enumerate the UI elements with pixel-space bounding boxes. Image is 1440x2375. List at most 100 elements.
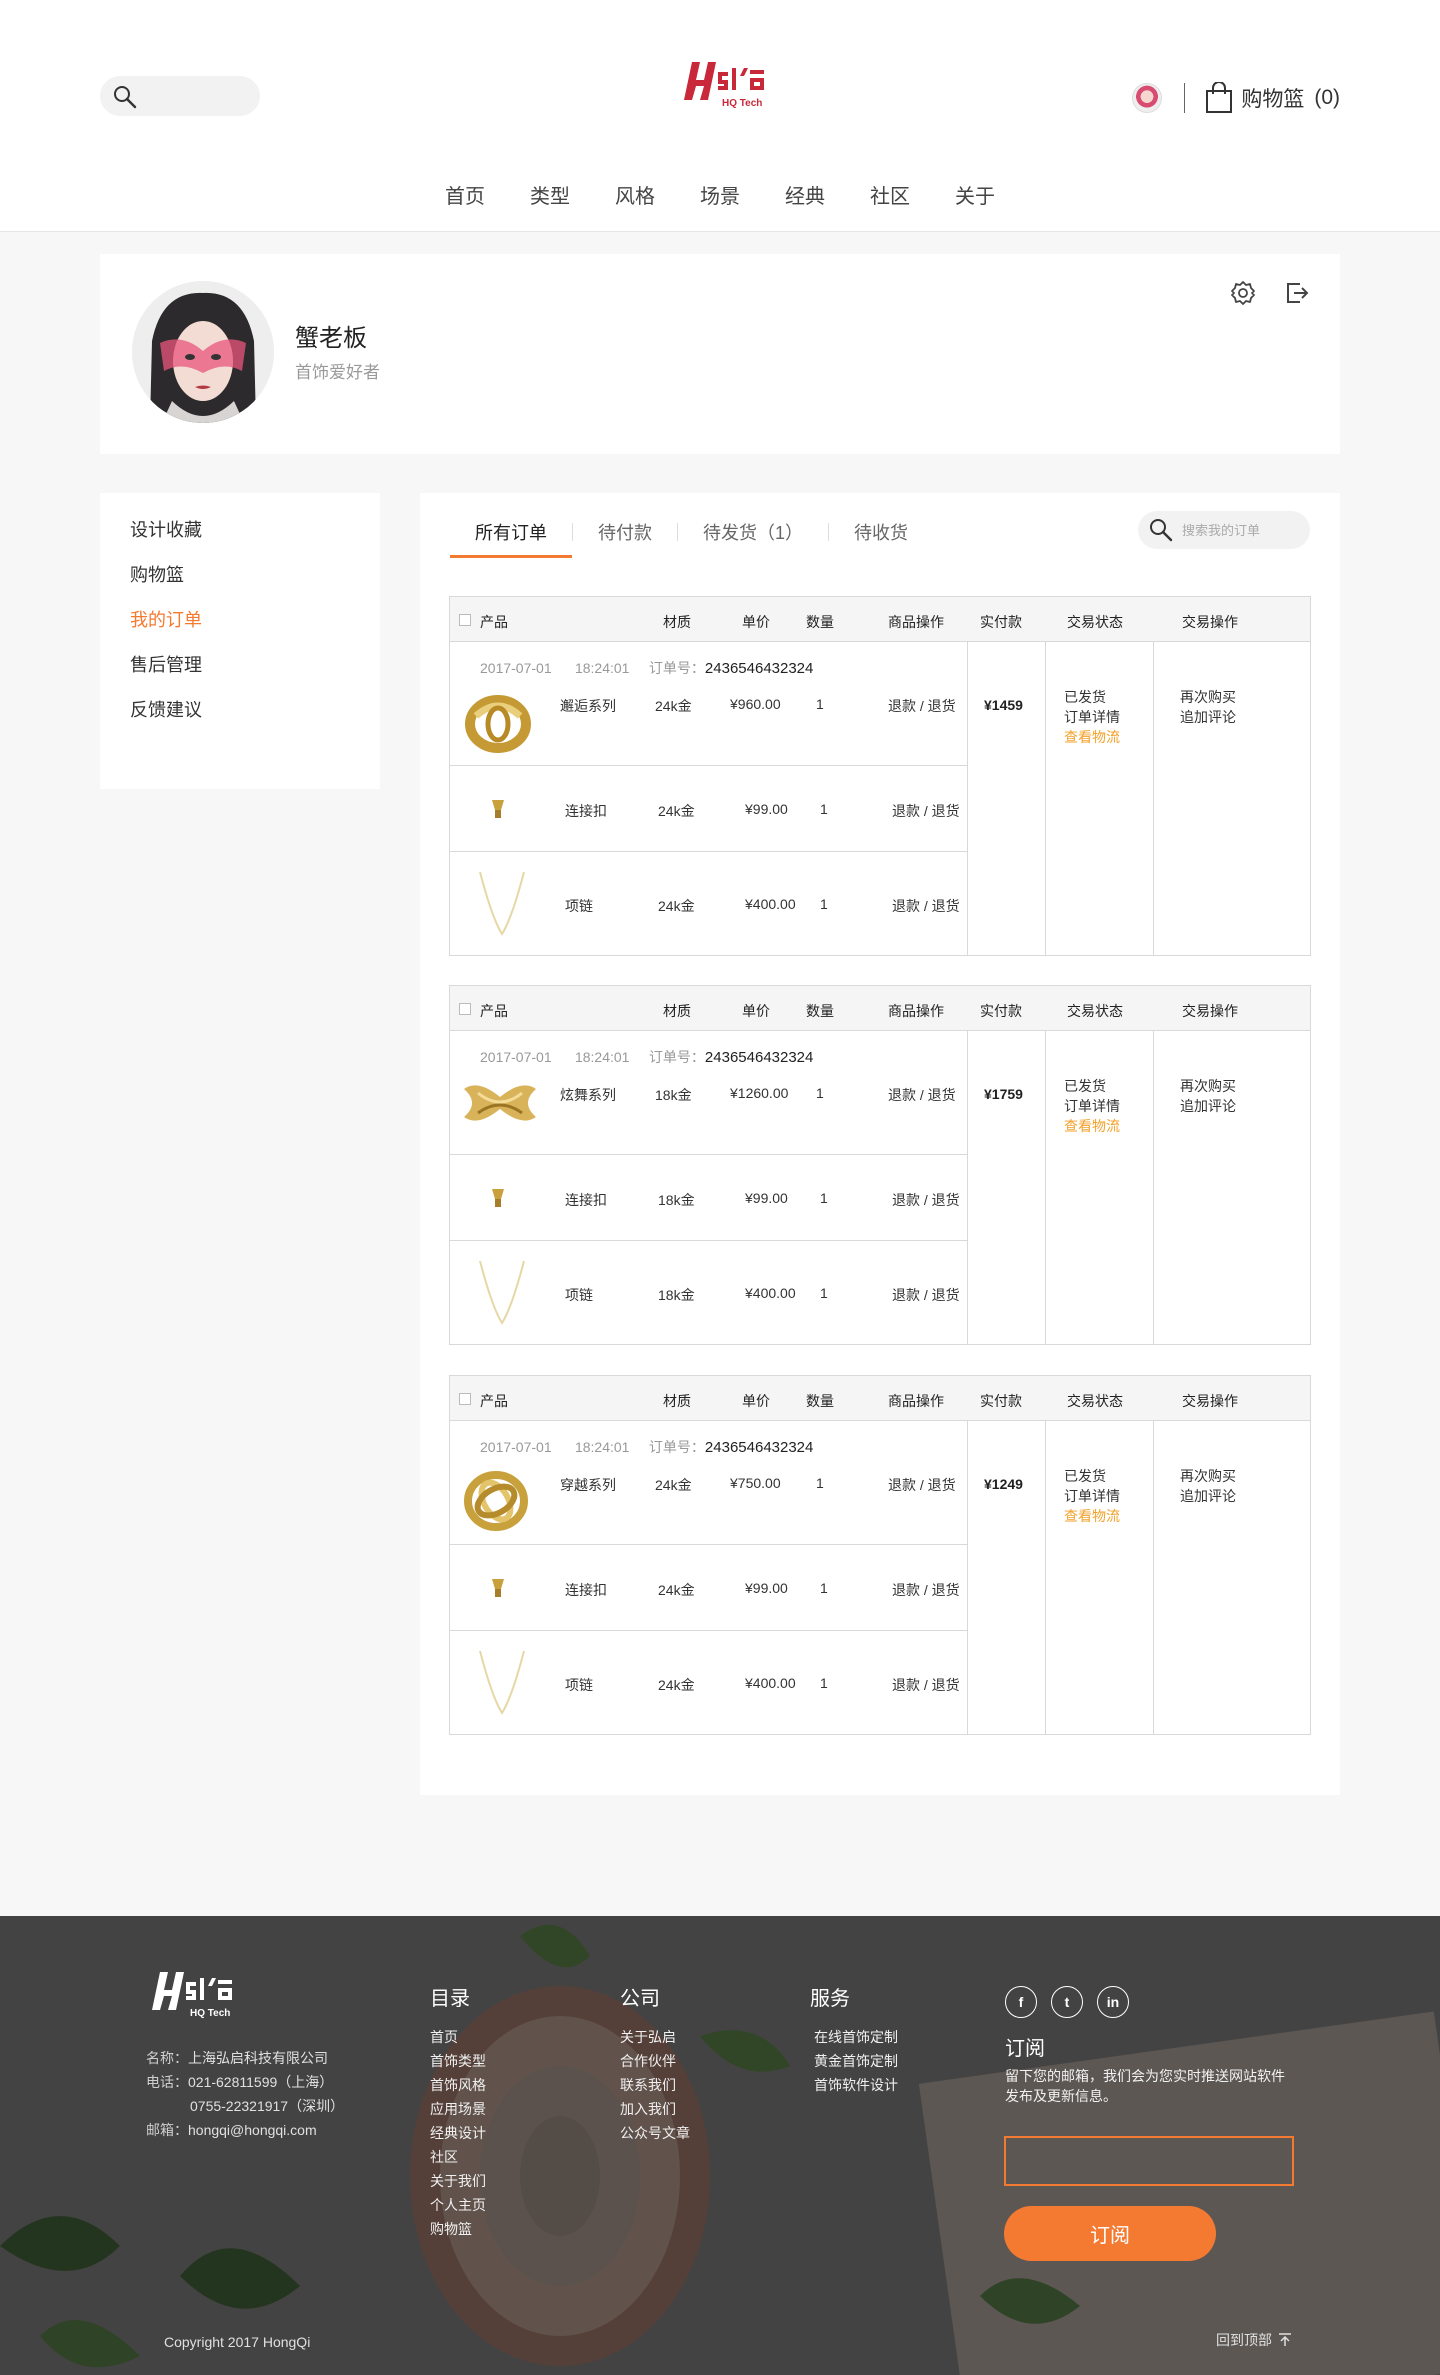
clasp-thumbnail[interactable] — [488, 1187, 508, 1212]
footer-link[interactable]: 社区 — [430, 2145, 486, 2169]
order-details-link[interactable]: 订单详情 — [1064, 1096, 1120, 1116]
nav-classics[interactable]: 经典 — [785, 180, 825, 209]
item-name[interactable]: 项链 — [565, 1285, 593, 1305]
logout-icon[interactable] — [1284, 280, 1310, 306]
nav-home[interactable]: 首页 — [445, 180, 485, 209]
footer-link[interactable]: 合作伙伴 — [620, 2049, 690, 2073]
item-name[interactable]: 连接扣 — [565, 1580, 607, 1600]
track-shipment-link[interactable]: 查看物流 — [1064, 1116, 1120, 1136]
footer-link[interactable]: 关于我们 — [430, 2169, 486, 2193]
select-all-checkbox[interactable] — [459, 1003, 471, 1015]
column-divider — [1153, 1421, 1154, 1734]
tab-pending-receipt[interactable]: 待收货 — [829, 519, 933, 545]
profile-tagline: 首饰爱好者 — [295, 363, 380, 382]
sidebar-item-my-orders[interactable]: 我的订单 — [100, 611, 380, 656]
refund-return-link[interactable]: 退款 / 退货 — [888, 1085, 956, 1105]
twitter-icon[interactable]: t — [1051, 1986, 1083, 2018]
add-review-link[interactable]: 追加评论 — [1180, 1486, 1236, 1506]
settings-icon[interactable] — [1230, 280, 1256, 306]
nav-styles[interactable]: 风格 — [615, 180, 655, 209]
subscribe-button[interactable]: 订阅 — [1004, 2206, 1216, 2261]
product-thumbnail[interactable] — [458, 1075, 542, 1134]
column-divider — [967, 1031, 968, 1344]
necklace-thumbnail[interactable] — [472, 1257, 532, 1332]
order-item-row: 连接扣 24k金 ¥99.00 1 退款 / 退货 — [450, 766, 967, 852]
add-review-link[interactable]: 追加评论 — [1180, 1096, 1236, 1116]
product-thumbnail[interactable] — [458, 686, 538, 759]
refund-return-link[interactable]: 退款 / 退货 — [892, 896, 960, 916]
footer-link[interactable]: 联系我们 — [620, 2073, 690, 2097]
add-review-link[interactable]: 追加评论 — [1180, 707, 1236, 727]
footer-link[interactable]: 首饰类型 — [430, 2049, 486, 2073]
nav-types[interactable]: 类型 — [530, 180, 570, 209]
refund-return-link[interactable]: 退款 / 退货 — [892, 1580, 960, 1600]
footer-link[interactable]: 经典设计 — [430, 2121, 486, 2145]
sidebar-item-favorites[interactable]: 设计收藏 — [100, 521, 380, 566]
tab-pending-shipment[interactable]: 待发货（1） — [678, 519, 828, 545]
refund-return-link[interactable]: 退款 / 退货 — [888, 696, 956, 716]
column-header-item-ops: 商品操作 — [888, 1003, 944, 1019]
site-search[interactable] — [100, 76, 260, 116]
track-shipment-link[interactable]: 查看物流 — [1064, 727, 1120, 747]
item-name[interactable]: 项链 — [565, 1675, 593, 1695]
footer-link[interactable]: 黄金首饰定制 — [810, 2049, 898, 2073]
footer-link[interactable]: 首饰软件设计 — [810, 2073, 898, 2097]
profile-card: 蟹老板 首饰爱好者 — [100, 254, 1340, 454]
necklace-thumbnail[interactable] — [472, 1647, 532, 1722]
item-name[interactable]: 炫舞系列 — [560, 1085, 616, 1105]
cart-link[interactable]: 购物篮 (0) — [1205, 82, 1340, 114]
item-name[interactable]: 项链 — [565, 896, 593, 916]
footer-logo[interactable]: HQ Tech — [146, 1968, 246, 2029]
footer-link[interactable]: 首饰风格 — [430, 2073, 486, 2097]
item-name[interactable]: 连接扣 — [565, 1190, 607, 1210]
nav-scenes[interactable]: 场景 — [700, 180, 740, 209]
order-details-link[interactable]: 订单详情 — [1064, 707, 1120, 727]
subscribe-email-input[interactable] — [1004, 2136, 1294, 2186]
facebook-icon[interactable]: f — [1005, 1986, 1037, 2018]
nav-community[interactable]: 社区 — [870, 180, 910, 209]
refund-return-link[interactable]: 退款 / 退货 — [892, 1675, 960, 1695]
product-thumbnail[interactable] — [458, 1465, 534, 1538]
footer-link[interactable]: 首页 — [430, 2025, 486, 2049]
sidebar-item-after-sales[interactable]: 售后管理 — [100, 656, 380, 701]
brand-logo[interactable]: HQ Tech — [678, 58, 778, 119]
status-shipped: 已发货 — [1064, 689, 1106, 705]
sidebar-item-cart[interactable]: 购物篮 — [100, 566, 380, 611]
necklace-thumbnail[interactable] — [472, 868, 532, 943]
footer-link[interactable]: 加入我们 — [620, 2097, 690, 2121]
footer-link[interactable]: 在线首饰定制 — [810, 2025, 898, 2049]
footer-link[interactable]: 公众号文章 — [620, 2121, 690, 2145]
refund-return-link[interactable]: 退款 / 退货 — [892, 801, 960, 821]
clasp-thumbnail[interactable] — [488, 798, 508, 823]
footer-link[interactable]: 购物篮 — [430, 2217, 486, 2241]
refund-return-link[interactable]: 退款 / 退货 — [888, 1475, 956, 1495]
buy-again-link[interactable]: 再次购买 — [1180, 687, 1236, 707]
item-name[interactable]: 连接扣 — [565, 801, 607, 821]
back-to-top[interactable]: 回到顶部 — [1216, 2330, 1292, 2350]
footer-company: 公司 关于弘启 合作伙伴 联系我们 加入我们 公众号文章 — [620, 1982, 690, 2145]
item-quantity: 1 — [820, 1285, 828, 1301]
refund-return-link[interactable]: 退款 / 退货 — [892, 1190, 960, 1210]
item-name[interactable]: 穿越系列 — [560, 1475, 616, 1495]
nav-about[interactable]: 关于 — [955, 180, 995, 209]
buy-again-link[interactable]: 再次购买 — [1180, 1076, 1236, 1096]
track-shipment-link[interactable]: 查看物流 — [1064, 1506, 1120, 1526]
sidebar-item-feedback[interactable]: 反馈建议 — [100, 701, 380, 746]
clasp-thumbnail[interactable] — [488, 1577, 508, 1602]
select-all-checkbox[interactable] — [459, 1393, 471, 1405]
footer-link[interactable]: 关于弘启 — [620, 2025, 690, 2049]
refund-return-link[interactable]: 退款 / 退货 — [892, 1285, 960, 1305]
order-search-input[interactable] — [1182, 522, 1292, 538]
select-all-checkbox[interactable] — [459, 614, 471, 626]
user-avatar[interactable] — [1132, 83, 1163, 113]
item-name[interactable]: 邂逅系列 — [560, 696, 616, 716]
footer-link[interactable]: 应用场景 — [430, 2097, 486, 2121]
linkedin-icon[interactable]: in — [1097, 1986, 1129, 2018]
footer-link[interactable]: 个人主页 — [430, 2193, 486, 2217]
order-details-link[interactable]: 订单详情 — [1064, 1486, 1120, 1506]
buy-again-link[interactable]: 再次购买 — [1180, 1466, 1236, 1486]
tab-pending-payment[interactable]: 待付款 — [573, 519, 677, 545]
tab-all-orders[interactable]: 所有订单 — [450, 519, 572, 558]
company-email[interactable]: hongqi@hongqi.com — [188, 2122, 317, 2138]
order-status: 已发货订单详情 查看物流 — [1064, 687, 1120, 747]
